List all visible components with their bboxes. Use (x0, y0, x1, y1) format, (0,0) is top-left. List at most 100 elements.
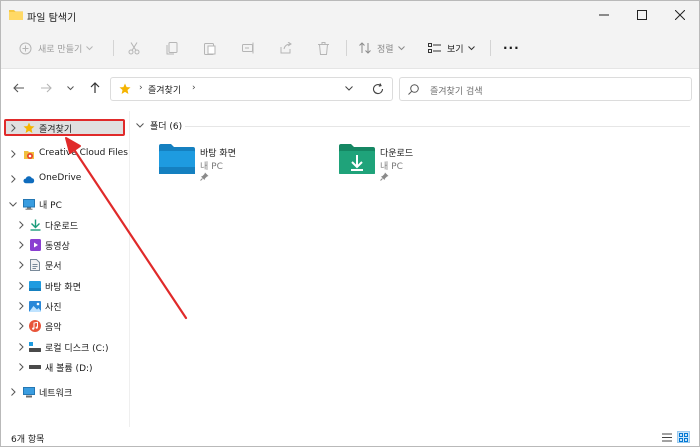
view-list-icon (428, 42, 441, 54)
nav-item-label: 다운로드 (45, 222, 79, 232)
nav-item-downloads[interactable]: 다운로드 (1, 216, 125, 234)
tile-name: 바탕 화면 (200, 149, 236, 159)
chevron-right-icon[interactable] (17, 322, 25, 330)
nav-item-pictures[interactable]: 사진 (1, 297, 125, 315)
details-view-button[interactable] (660, 431, 673, 443)
search-icon (408, 84, 419, 98)
drive-d-icon (29, 361, 41, 373)
address-row: › 즐겨찾기 › 즐겨찾기 검색 (1, 69, 699, 111)
address-path-segment[interactable]: 즐겨찾기 (148, 83, 181, 96)
paste-button[interactable] (204, 37, 216, 59)
up-button[interactable] (87, 81, 103, 97)
chevron-down-icon (86, 45, 94, 51)
tiles-view-button[interactable] (677, 431, 690, 443)
sort-button[interactable]: 정렬 (359, 37, 405, 59)
window-title: 파일 탐색기 (27, 13, 77, 24)
chevron-right-icon[interactable] (9, 388, 17, 396)
nav-item-label: 내 PC (39, 201, 62, 211)
rename-icon (242, 42, 255, 54)
address-history-dropdown[interactable] (345, 84, 353, 94)
chevron-down-icon[interactable] (9, 200, 17, 208)
music-icon (29, 320, 41, 332)
chevron-down-icon (397, 45, 405, 51)
refresh-icon[interactable] (372, 83, 384, 98)
trash-icon (318, 41, 329, 55)
chevron-right-icon[interactable] (17, 241, 25, 249)
chevron-right-icon[interactable] (17, 302, 25, 310)
copy-icon (166, 41, 178, 55)
nav-item-label: OneDrive (39, 173, 82, 183)
folder-tile-downloads[interactable]: 다운로드 내 PC (339, 143, 519, 191)
search-placeholder: 즐겨찾기 검색 (430, 87, 483, 97)
drive-c-icon (29, 341, 41, 353)
rename-button[interactable] (242, 37, 255, 59)
nav-item-label: 네트워크 (39, 389, 73, 399)
nav-item-creative-cloud[interactable]: Creative Cloud Files (1, 145, 129, 163)
star-icon (119, 83, 131, 98)
arrow-right-icon (40, 83, 52, 96)
pc-icon (23, 198, 35, 210)
address-bar[interactable]: › 즐겨찾기 › (110, 77, 393, 101)
nav-item-network[interactable]: 네트워크 (1, 383, 125, 401)
network-icon (23, 386, 35, 398)
nav-item-label: 문서 (45, 262, 62, 272)
nav-item-this-pc[interactable]: 내 PC (1, 195, 125, 213)
new-button[interactable]: 새로 만들기 (19, 37, 94, 59)
share-button[interactable] (280, 37, 292, 59)
plus-circle-icon (19, 42, 32, 55)
nav-item-label: Creative Cloud Files (39, 148, 128, 158)
forward-button[interactable] (38, 81, 54, 97)
desktop-folder-icon (159, 143, 195, 179)
status-bar: 6개 항목 (1, 427, 699, 446)
title-bar: 파일 탐색기 (1, 1, 699, 29)
nav-item-volume-d[interactable]: 새 볼륨 (D:) (1, 358, 125, 376)
chevron-right-icon[interactable] (17, 221, 25, 229)
chevron-right-icon[interactable] (9, 175, 17, 183)
chevron-right-icon[interactable] (17, 363, 25, 371)
nav-item-desktop[interactable]: 바탕 화면 (1, 277, 125, 295)
tile-location: 내 PC (380, 162, 403, 172)
pictures-icon (29, 300, 41, 312)
download-icon (29, 219, 41, 231)
recent-locations-button[interactable] (62, 81, 78, 97)
nav-item-label: 동영상 (45, 242, 70, 252)
document-icon (29, 259, 41, 271)
nav-item-local-disk-c[interactable]: 로컬 디스크 (C:) (1, 338, 125, 356)
chevron-right-icon[interactable] (9, 150, 17, 158)
new-button-label: 새로 만들기 (38, 44, 83, 55)
nav-item-label: 사진 (45, 303, 62, 313)
chevron-down-icon (66, 84, 74, 94)
arrow-left-icon (13, 83, 25, 96)
delete-button[interactable] (318, 37, 329, 59)
chevron-right-icon[interactable]: › (192, 83, 196, 93)
more-options-button[interactable]: ··· (503, 37, 520, 59)
more-options-label: ··· (503, 41, 520, 55)
view-button[interactable]: 보기 (428, 37, 475, 59)
view-button-label: 보기 (447, 44, 464, 55)
nav-item-documents[interactable]: 문서 (1, 256, 125, 274)
nav-item-music[interactable]: 음악 (1, 317, 125, 335)
nav-item-label: 로컬 디스크 (C:) (45, 344, 109, 354)
close-button[interactable] (657, 1, 699, 29)
sort-button-label: 정렬 (377, 44, 394, 55)
folder-tile-desktop[interactable]: 바탕 화면 내 PC (159, 143, 339, 191)
group-header-label: 폴더 (6) (150, 122, 183, 132)
nav-item-onedrive[interactable]: OneDrive (1, 170, 125, 188)
nav-item-label: 바탕 화면 (45, 283, 81, 293)
sort-icon (359, 42, 371, 54)
cut-button[interactable] (128, 37, 140, 59)
toolbar-divider (346, 40, 347, 56)
chevron-right-icon[interactable] (17, 261, 25, 269)
chevron-right-icon[interactable] (17, 282, 25, 290)
pin-icon (380, 172, 389, 184)
onedrive-cloud-icon (23, 173, 35, 185)
copy-button[interactable] (166, 37, 178, 59)
search-box[interactable]: 즐겨찾기 검색 (399, 77, 692, 101)
back-button[interactable] (11, 81, 27, 97)
nav-item-videos[interactable]: 동영상 (1, 236, 125, 254)
folders-group-header[interactable]: 폴더 (6) (136, 119, 182, 132)
file-explorer-window: 파일 탐색기 새로 만들기 정렬 보기 ··· › 즐겨찾기 › 즐겨찾기 검색… (0, 0, 700, 447)
video-icon (29, 239, 41, 251)
view-toggle-group (660, 431, 690, 443)
chevron-right-icon[interactable] (17, 343, 25, 351)
